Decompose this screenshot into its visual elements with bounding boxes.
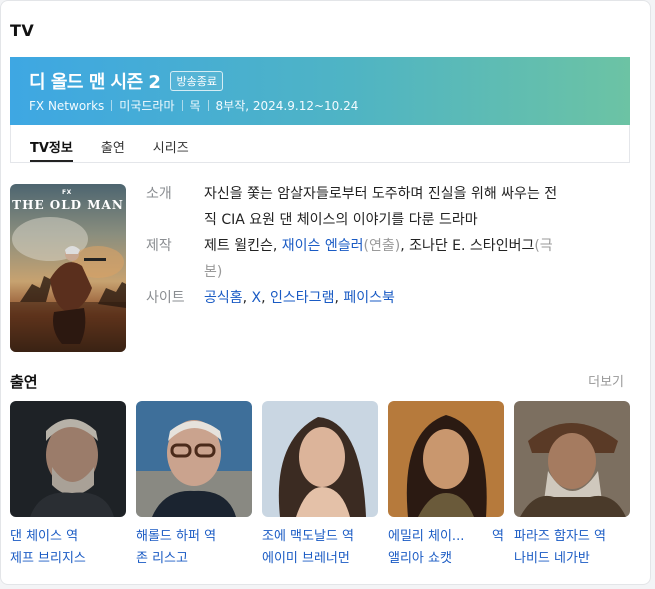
actor-photo[interactable] bbox=[262, 401, 378, 517]
cast-actor[interactable]: 나비드 네가반 bbox=[514, 547, 630, 566]
site-link-x[interactable]: X bbox=[252, 290, 262, 306]
cast-actor[interactable]: 제프 브리지스 bbox=[10, 547, 126, 566]
divider bbox=[111, 100, 113, 111]
actor-photo-art bbox=[10, 401, 126, 517]
actor-photo-art bbox=[514, 401, 630, 517]
cast-role[interactable]: 해롤드 하퍼 역 bbox=[136, 525, 252, 544]
role-text[interactable]: 파라즈 함자드 역 bbox=[514, 525, 606, 544]
cast-role[interactable]: 댄 체이스 역 bbox=[10, 525, 126, 544]
tab-bar: TV정보 출연 시리즈 bbox=[10, 125, 630, 163]
producer-role: 본) bbox=[204, 264, 223, 280]
cast-role[interactable]: 에밀리 체이... 역 bbox=[388, 525, 504, 544]
tab-tv-info[interactable]: TV정보 bbox=[30, 125, 73, 162]
actor-photo-art bbox=[388, 401, 504, 517]
cast-title: 출연 bbox=[10, 373, 38, 391]
cast-role[interactable]: 파라즈 함자드 역 bbox=[514, 525, 630, 544]
actor-photo-art bbox=[262, 401, 378, 517]
divider bbox=[181, 100, 183, 111]
cast-item[interactable]: 파라즈 함자드 역 나비드 네가반 bbox=[514, 401, 630, 566]
actor-photo[interactable] bbox=[388, 401, 504, 517]
cast-item[interactable]: 해롤드 하퍼 역 존 리스고 bbox=[136, 401, 252, 566]
status-badge: 방송종료 bbox=[170, 71, 223, 91]
site-label: 사이트 bbox=[146, 290, 185, 306]
intro-text: 자신을 쫓는 암살자들로부터 도주하며 진실을 위해 싸우는 전 직 CIA 요… bbox=[204, 181, 629, 233]
show-poster[interactable]: FX THE OLD MAN bbox=[10, 184, 126, 352]
more-button[interactable]: 더보기 bbox=[588, 371, 624, 390]
role-text[interactable]: 댄 체이스 역 bbox=[10, 525, 78, 544]
producer: 제트 윌킨슨 bbox=[204, 238, 273, 254]
episodes-dates: 8부작, 2024.9.12~10.24 bbox=[215, 99, 359, 113]
actor-photo-art bbox=[136, 401, 252, 517]
show-meta: FX Networks 미국드라마 목 8부작, 2024.9.12~10.24 bbox=[29, 97, 358, 114]
producer-link[interactable]: 재이슨 엔슬러 bbox=[282, 238, 364, 254]
role-suffix[interactable]: 역 bbox=[492, 525, 504, 544]
cast-role[interactable]: 조에 맥도날드 역 bbox=[262, 525, 378, 544]
tab-cast[interactable]: 출연 bbox=[101, 125, 125, 162]
show-banner[interactable]: 디 올드 맨 시즌 2 방송종료 FX Networks 미국드라마 목 8부작… bbox=[10, 57, 630, 125]
site-link-instagram[interactable]: 인스타그램 bbox=[270, 290, 334, 306]
tv-card: TV 디 올드 맨 시즌 2 방송종료 FX Networks 미국드라마 목 … bbox=[0, 0, 651, 585]
site-links: 공식홈, X, 인스타그램, 페이스북 bbox=[204, 290, 395, 306]
producer-role: (극 bbox=[534, 238, 553, 254]
actor-photo[interactable] bbox=[514, 401, 630, 517]
intro-line: 자신을 쫓는 암살자들로부터 도주하며 진실을 위해 싸우는 전 bbox=[204, 186, 558, 202]
actor-photo[interactable] bbox=[10, 401, 126, 517]
cast-item[interactable]: 에밀리 체이... 역 앨리아 쇼캣 bbox=[388, 401, 504, 566]
cast-item[interactable]: 댄 체이스 역 제프 브리지스 bbox=[10, 401, 126, 566]
genre: 미국드라마 bbox=[119, 99, 175, 113]
intro-line: 직 CIA 요원 댄 체이스의 이야기를 다룬 드라마 bbox=[204, 212, 478, 228]
section-title: TV bbox=[10, 21, 35, 40]
site-link-facebook[interactable]: 페이스북 bbox=[343, 290, 395, 306]
role-text[interactable]: 해롤드 하퍼 역 bbox=[136, 525, 216, 544]
production-text: 제트 윌킨슨, 재이슨 엔슬러(연출), 조나단 E. 스타인버그(극 본) bbox=[204, 238, 553, 280]
show-info: 소개 자신을 쫓는 암살자들로부터 도주하며 진실을 위해 싸우는 전 직 CI… bbox=[146, 181, 631, 311]
divider bbox=[207, 100, 209, 111]
poster-brand: FX bbox=[62, 189, 72, 196]
cast-actor[interactable]: 에이미 브레너먼 bbox=[262, 547, 378, 566]
tab-series[interactable]: 시리즈 bbox=[153, 125, 189, 162]
producer: 조나단 E. 스타인버그 bbox=[409, 238, 535, 254]
production-label: 제작 bbox=[146, 238, 172, 254]
cast-item[interactable]: 조에 맥도날드 역 에이미 브레너먼 bbox=[262, 401, 378, 566]
cast-actor[interactable]: 존 리스고 bbox=[136, 547, 252, 566]
air-day: 목 bbox=[189, 99, 201, 113]
site-link-official[interactable]: 공식홈 bbox=[204, 290, 243, 306]
actor-photo[interactable] bbox=[136, 401, 252, 517]
network: FX Networks bbox=[29, 98, 105, 113]
poster-title: THE OLD MAN bbox=[12, 198, 124, 212]
cast-actor[interactable]: 앨리아 쇼캣 bbox=[388, 547, 504, 566]
producer-role: (연출) bbox=[363, 238, 401, 254]
role-text[interactable]: 조에 맥도날드 역 bbox=[262, 525, 354, 544]
cast-list: 댄 체이스 역 제프 브리지스 해롤드 하퍼 역 존 리스고 조에 맥도날드 역… bbox=[10, 401, 640, 566]
role-text[interactable]: 에밀리 체이... bbox=[388, 525, 464, 544]
intro-label: 소개 bbox=[146, 186, 172, 202]
show-title[interactable]: 디 올드 맨 시즌 2 bbox=[29, 68, 161, 94]
